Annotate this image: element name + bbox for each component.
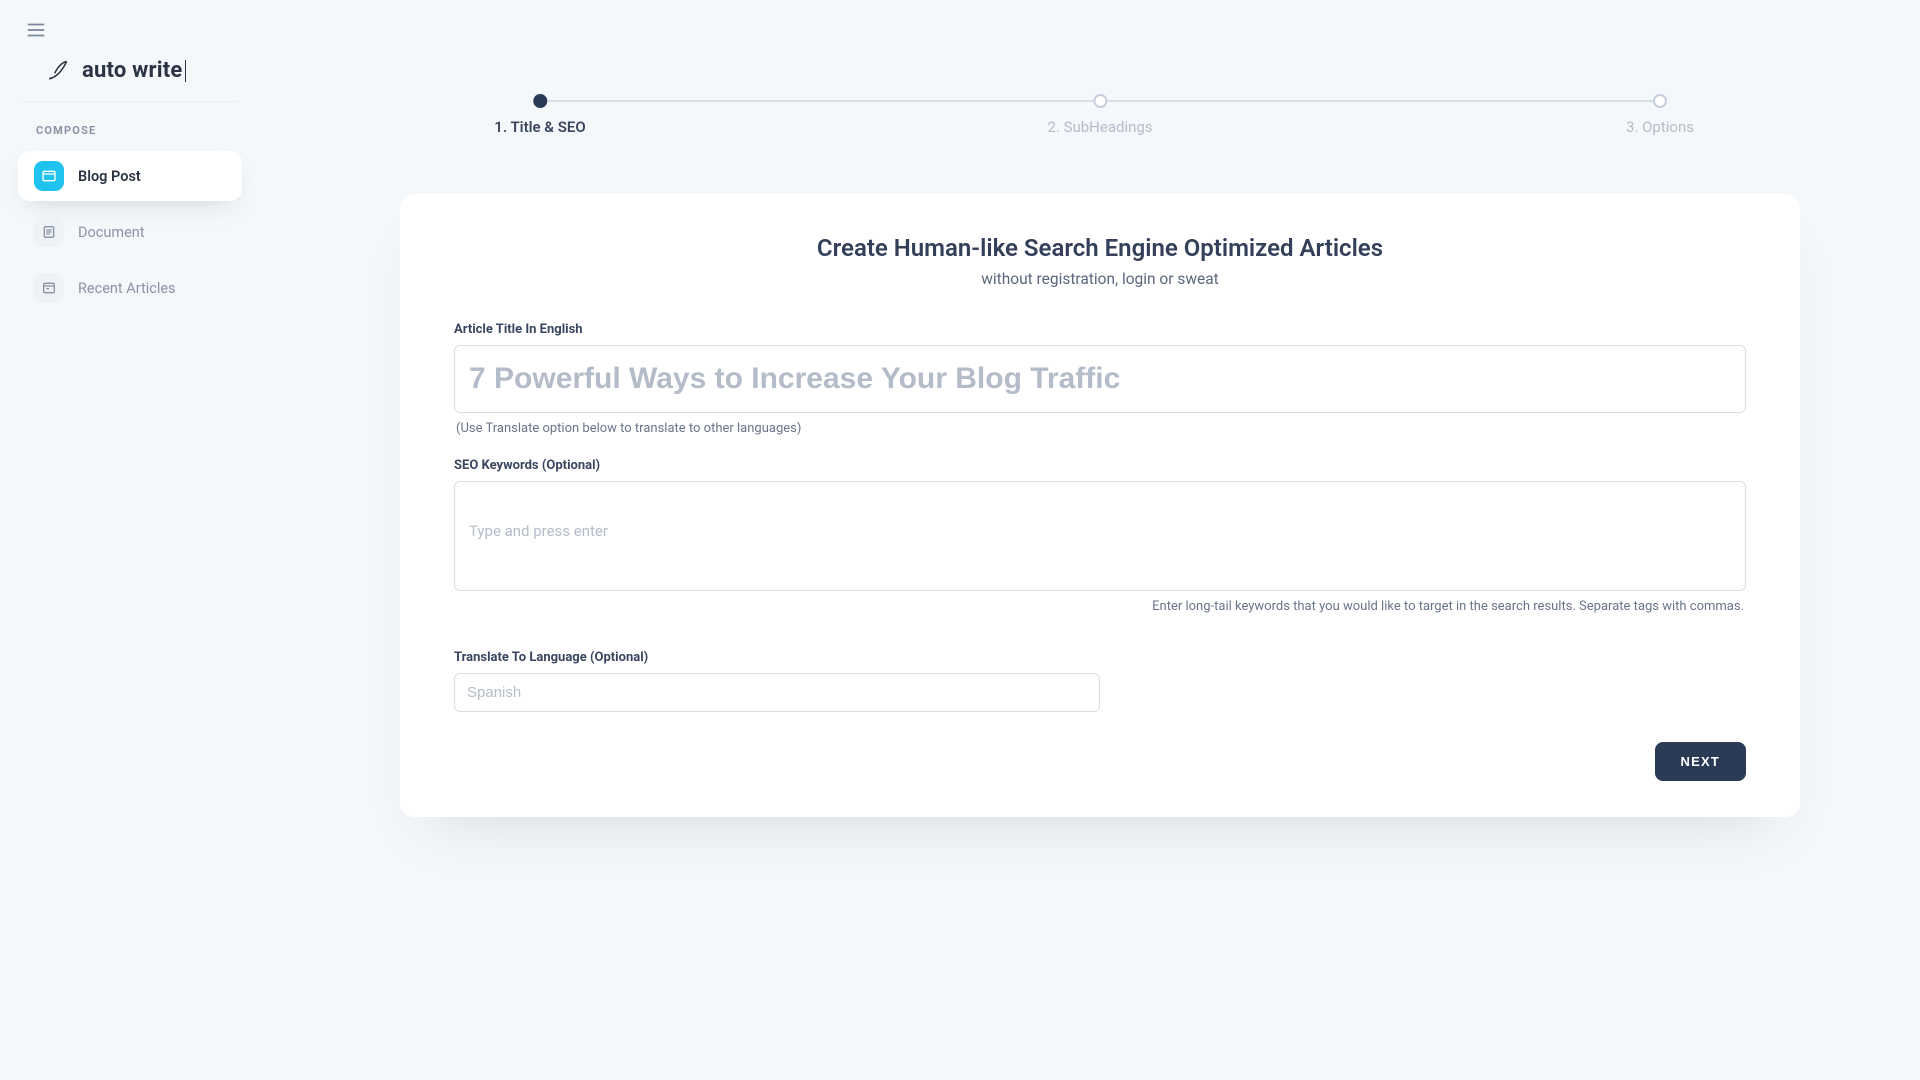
next-button[interactable]: NEXT [1655, 742, 1746, 781]
seo-keywords-hint: Enter long-tail keywords that you would … [456, 599, 1744, 614]
card-heading: Create Human-like Search Engine Optimize… [454, 234, 1746, 262]
seo-keywords-label: SEO Keywords (Optional) [454, 458, 1746, 473]
quill-icon [46, 56, 72, 82]
brand-cursor [185, 60, 186, 82]
sidebar-item-document[interactable]: Document [18, 207, 242, 257]
article-title-label: Article Title In English [454, 322, 1746, 337]
brand-name: auto write [82, 58, 183, 83]
step-dot-icon [1653, 94, 1667, 108]
sidebar: auto write COMPOSE Blog Post Document Re… [0, 0, 260, 1080]
tab-window-icon [34, 161, 64, 191]
stepper: 1. Title & SEO 2. SubHeadings 3. Options [540, 94, 1660, 154]
article-title-hint: (Use Translate option below to translate… [456, 421, 1744, 436]
main-content: 1. Title & SEO 2. SubHeadings 3. Options… [260, 0, 1920, 857]
sidebar-divider [22, 101, 238, 102]
list-card-icon [34, 273, 64, 303]
article-title-input[interactable] [454, 345, 1746, 413]
step-subheadings[interactable]: 2. SubHeadings [1047, 94, 1152, 136]
step-options[interactable]: 3. Options [1626, 94, 1694, 136]
sidebar-item-label: Blog Post [78, 168, 141, 185]
seo-keywords-input[interactable]: Type and press enter [454, 481, 1746, 591]
menu-toggle-button[interactable] [14, 10, 58, 54]
translate-language-label: Translate To Language (Optional) [454, 650, 1746, 665]
document-icon [34, 217, 64, 247]
step-label: 3. Options [1626, 118, 1694, 136]
sidebar-item-recent-articles[interactable]: Recent Articles [18, 263, 242, 313]
sidebar-item-blog-post[interactable]: Blog Post [18, 151, 242, 201]
step-dot-icon [533, 94, 547, 108]
step-dot-icon [1093, 94, 1107, 108]
hamburger-icon [25, 19, 47, 45]
step-label: 1. Title & SEO [494, 118, 585, 136]
translate-language-input[interactable] [454, 673, 1100, 712]
sidebar-item-label: Recent Articles [78, 280, 176, 297]
form-card: Create Human-like Search Engine Optimize… [400, 194, 1800, 817]
sidebar-item-label: Document [78, 224, 145, 241]
brand: auto write [0, 54, 260, 101]
card-subheading: without registration, login or sweat [454, 270, 1746, 288]
sidebar-section-label: COMPOSE [0, 120, 260, 147]
step-label: 2. SubHeadings [1047, 118, 1152, 136]
step-title-seo[interactable]: 1. Title & SEO [494, 94, 585, 136]
